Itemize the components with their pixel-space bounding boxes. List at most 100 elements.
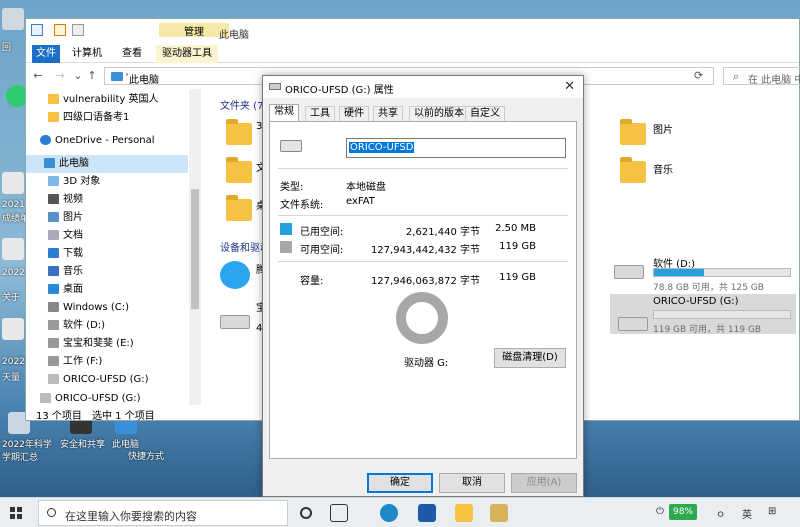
paint-icon[interactable] bbox=[490, 504, 508, 522]
nav-item[interactable]: 桌面 bbox=[26, 281, 188, 299]
desktop-label: 快捷方式 bbox=[128, 452, 165, 462]
power-icon[interactable]: ⏻ bbox=[656, 506, 664, 517]
tab-computer[interactable]: 计算机 bbox=[66, 45, 108, 63]
used-space-label: 已用空间: bbox=[300, 227, 344, 238]
nav-item[interactable]: ORICO-UFSD (G:) bbox=[26, 371, 188, 389]
battery-indicator[interactable]: 98% bbox=[669, 504, 697, 520]
nav-item[interactable]: 音乐 bbox=[26, 263, 188, 281]
edge-icon[interactable] bbox=[380, 504, 398, 522]
disk-cleanup-button[interactable]: 磁盘清理(D) bbox=[494, 348, 566, 368]
folder-icon bbox=[48, 112, 59, 122]
volume-name-value: ORICO-UFSD bbox=[349, 142, 415, 153]
explorer-titlebar: 管理 此电脑 bbox=[26, 19, 799, 45]
nav-item[interactable]: 下载 bbox=[26, 245, 188, 263]
media-app-icon[interactable] bbox=[220, 261, 250, 289]
notification-icon[interactable]: ⊞ bbox=[768, 506, 776, 517]
properties-dialog: ORICO-UFSD (G:) 属性 ✕ 常规 工具 硬件 共享 以前的版本 自… bbox=[262, 75, 584, 497]
properties-icon[interactable] bbox=[31, 24, 43, 36]
usb-drive-icon[interactable] bbox=[220, 315, 250, 329]
tab-file[interactable]: 文件 bbox=[32, 45, 60, 63]
tab-tools[interactable]: 工具 bbox=[305, 106, 335, 121]
type-label: 类型: bbox=[280, 182, 304, 193]
drive-usage-bar bbox=[653, 268, 791, 277]
tab-previous-versions[interactable]: 以前的版本 bbox=[409, 106, 469, 121]
drive-usage-bar bbox=[653, 310, 791, 319]
drive-icon[interactable] bbox=[614, 265, 644, 279]
drive-detail: 78.8 GB 可用，共 125 GB bbox=[653, 283, 764, 293]
ok-button[interactable]: 确定 bbox=[367, 473, 433, 493]
document-shortcut-icon[interactable] bbox=[2, 172, 24, 194]
nav-item[interactable]: vulnerability 英国人 bbox=[26, 91, 188, 109]
nav-item[interactable]: 工作 (F:) bbox=[26, 353, 188, 371]
task-view-icon[interactable] bbox=[300, 507, 312, 519]
group-header-folders[interactable]: 文件夹 (7) bbox=[220, 97, 267, 112]
status-item-count: 13 个项目 bbox=[36, 411, 82, 422]
desktop-label: 天量 bbox=[2, 373, 21, 383]
dialog-titlebar: ORICO-UFSD (G:) 属性 ✕ bbox=[263, 76, 583, 98]
nav-item[interactable]: 视频 bbox=[26, 191, 188, 209]
widgets-icon[interactable] bbox=[330, 504, 348, 522]
keyboard-icon[interactable]: ㅇ bbox=[716, 506, 725, 521]
nav-item-this-pc[interactable]: 此电脑 bbox=[26, 155, 188, 173]
nav-item[interactable]: 四级口语备考1 bbox=[26, 109, 188, 127]
taskbar-search-input[interactable]: 在这里输入你要搜索的内容 bbox=[38, 500, 288, 526]
nav-item[interactable]: 软件 (D:) bbox=[26, 317, 188, 335]
drive-name[interactable]: ORICO-UFSD (G:) bbox=[653, 296, 739, 307]
windows-drive-icon bbox=[48, 302, 59, 312]
taskbar: 在这里输入你要搜索的内容 ⏻ 98% ㅇ 英 ⊞ bbox=[0, 497, 800, 527]
nav-item[interactable]: 3D 对象 bbox=[26, 173, 188, 191]
document-shortcut-icon[interactable] bbox=[2, 318, 24, 340]
tab-customize[interactable]: 自定义 bbox=[465, 106, 505, 121]
video-icon bbox=[48, 194, 59, 204]
nav-item[interactable]: 宝宝和斐斐 (E:) bbox=[26, 335, 188, 353]
tab-hardware[interactable]: 硬件 bbox=[339, 106, 369, 121]
chevron-down-icon[interactable]: ⌄ bbox=[72, 69, 84, 82]
close-icon[interactable]: ✕ bbox=[564, 79, 575, 94]
nav-item[interactable]: 文档 bbox=[26, 227, 188, 245]
scrollbar-thumb[interactable] bbox=[191, 189, 199, 309]
disk-usage-donut bbox=[396, 292, 448, 344]
forward-arrow-icon[interactable]: → bbox=[54, 69, 66, 82]
usb-drive-icon bbox=[40, 393, 51, 403]
folder-icon[interactable] bbox=[226, 157, 252, 183]
refresh-icon[interactable]: ⟳ bbox=[694, 69, 703, 82]
up-arrow-icon[interactable]: ↑ bbox=[86, 69, 98, 82]
tab-drive-tools[interactable]: 驱动器工具 bbox=[156, 45, 218, 63]
cloud-icon bbox=[40, 135, 51, 145]
nav-item[interactable]: Windows (C:) bbox=[26, 299, 188, 317]
tab-general[interactable]: 常规 bbox=[269, 104, 299, 121]
document-shortcut-icon[interactable] bbox=[2, 238, 24, 260]
security-icon[interactable] bbox=[418, 504, 436, 522]
drive-letter-label: 驱动器 G: bbox=[404, 358, 449, 369]
back-arrow-icon[interactable]: ← bbox=[32, 69, 44, 82]
tab-view[interactable]: 查看 bbox=[116, 45, 148, 63]
divider bbox=[278, 215, 568, 216]
search-input[interactable]: ⌕ 在 此电脑 中 bbox=[723, 67, 800, 86]
folder-icon[interactable] bbox=[226, 195, 252, 221]
taskbar-search-placeholder: 在这里输入你要搜索的内容 bbox=[65, 510, 197, 523]
nav-item[interactable]: 图片 bbox=[26, 209, 188, 227]
used-space-swatch bbox=[280, 223, 292, 235]
volume-name-input[interactable]: ORICO-UFSD bbox=[346, 138, 566, 158]
folder-icon[interactable] bbox=[226, 119, 252, 145]
capacity-size: 119 GB bbox=[499, 272, 536, 283]
nav-item-onedrive[interactable]: OneDrive - Personal bbox=[26, 132, 188, 150]
file-explorer-icon[interactable] bbox=[455, 504, 473, 522]
free-space-bytes: 127,943,442,432 字节 bbox=[370, 245, 480, 256]
start-icon[interactable] bbox=[10, 507, 22, 519]
drive-icon bbox=[280, 140, 302, 152]
recycle-bin-icon[interactable] bbox=[2, 8, 24, 30]
pictures-folder-icon[interactable] bbox=[620, 119, 646, 145]
drive-icon bbox=[48, 320, 59, 330]
tab-sharing[interactable]: 共享 bbox=[373, 106, 403, 121]
new-folder-icon[interactable] bbox=[72, 24, 84, 36]
checkmark-icon[interactable] bbox=[54, 24, 66, 36]
desktop-label: 关于 bbox=[2, 293, 21, 303]
usb-drive-icon[interactable] bbox=[618, 317, 648, 331]
desktop-label: 2022 bbox=[2, 268, 25, 278]
music-folder-icon[interactable] bbox=[620, 157, 646, 183]
desktop-label: 2022 bbox=[2, 357, 25, 367]
input-method-icon[interactable]: 英 bbox=[742, 506, 752, 521]
cancel-button[interactable]: 取消 bbox=[439, 473, 505, 493]
nav-scrollbar[interactable] bbox=[189, 89, 201, 405]
